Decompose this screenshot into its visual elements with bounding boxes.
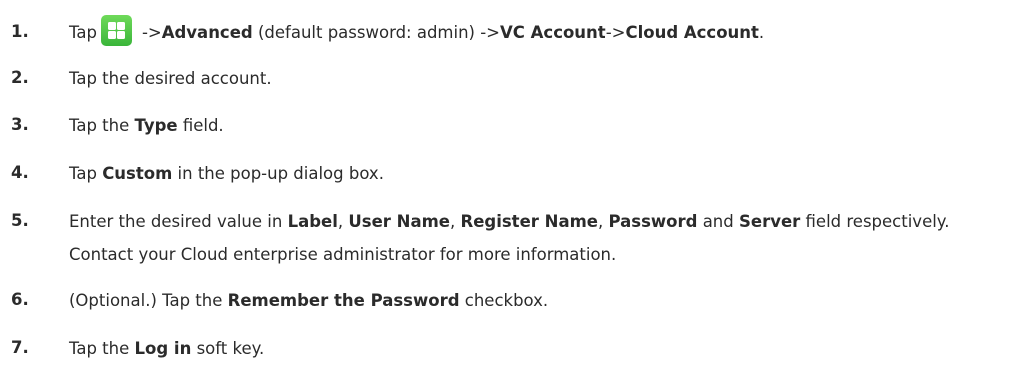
step-number: 6. [11, 290, 29, 309]
step-bold-term: User Name [348, 212, 450, 231]
step-text-segment: Tap the [69, 339, 135, 358]
step-bold-term: Label [287, 212, 338, 231]
instruction-steps-list: 1. Tap ->Advanced (default password: admin… [0, 0, 1014, 380]
step-text-segment: in the pop-up dialog box. [172, 164, 384, 183]
step-text: Tap the desired account. [69, 62, 1010, 95]
step-text-segment: checkbox. [459, 291, 549, 310]
step-text-segment: field. [177, 116, 224, 135]
step-bold-term: Type [134, 116, 178, 135]
step-bold-term: Cloud Account [625, 23, 759, 42]
step-number: 5. [11, 211, 29, 230]
step-number: 2. [11, 68, 29, 87]
step-text-segment: soft key. [191, 339, 265, 358]
menu-icon [100, 15, 132, 46]
step-text-segment: -> [141, 23, 162, 42]
step-text: Tap the Type field. [69, 109, 1010, 142]
step-bold-term: Custom [102, 164, 173, 183]
step-number: 1. [11, 22, 29, 41]
step-bold-term: Register Name [460, 212, 598, 231]
step-text: (Optional.) Tap the Remember the Passwor… [69, 284, 1010, 317]
step-text: Tap Custom in the pop-up dialog box. [69, 157, 1010, 190]
step-text: Enter the desired value in Label, User N… [69, 205, 1010, 271]
step-text-segment: Tap the desired account. [69, 69, 272, 88]
step-text-segment: Tap [69, 23, 97, 42]
step-text-segment: and [697, 212, 739, 231]
step-text-segment: . [758, 23, 765, 42]
step-text-segment: , [450, 212, 461, 231]
step-text: Tap the Log in soft key. [69, 332, 1010, 365]
step-text-segment: (Optional.) Tap the [69, 291, 228, 310]
step-bold-term: Log in [134, 339, 192, 358]
step-bold-term: Advanced [161, 23, 253, 42]
step-text-segment: Tap the [69, 116, 135, 135]
step-text-segment: -> [605, 23, 626, 42]
step-text-segment: Tap [69, 164, 103, 183]
step-number: 4. [11, 163, 29, 182]
step-text-segment: Enter the desired value in [69, 212, 288, 231]
step-bold-term: Server [739, 212, 801, 231]
step-text-segment: (default password: admin) -> [252, 23, 501, 42]
step-bold-term: VC Account [500, 23, 606, 42]
step-bold-term: Remember the Password [227, 291, 460, 310]
step-text-segment: , [597, 212, 609, 231]
step-text: Tap ->Advanced (default password: admin) … [69, 15, 1010, 49]
step-number: 7. [11, 338, 29, 357]
step-bold-term: Password [608, 212, 698, 231]
step-text-segment: , [337, 212, 349, 231]
step-number: 3. [11, 115, 29, 134]
